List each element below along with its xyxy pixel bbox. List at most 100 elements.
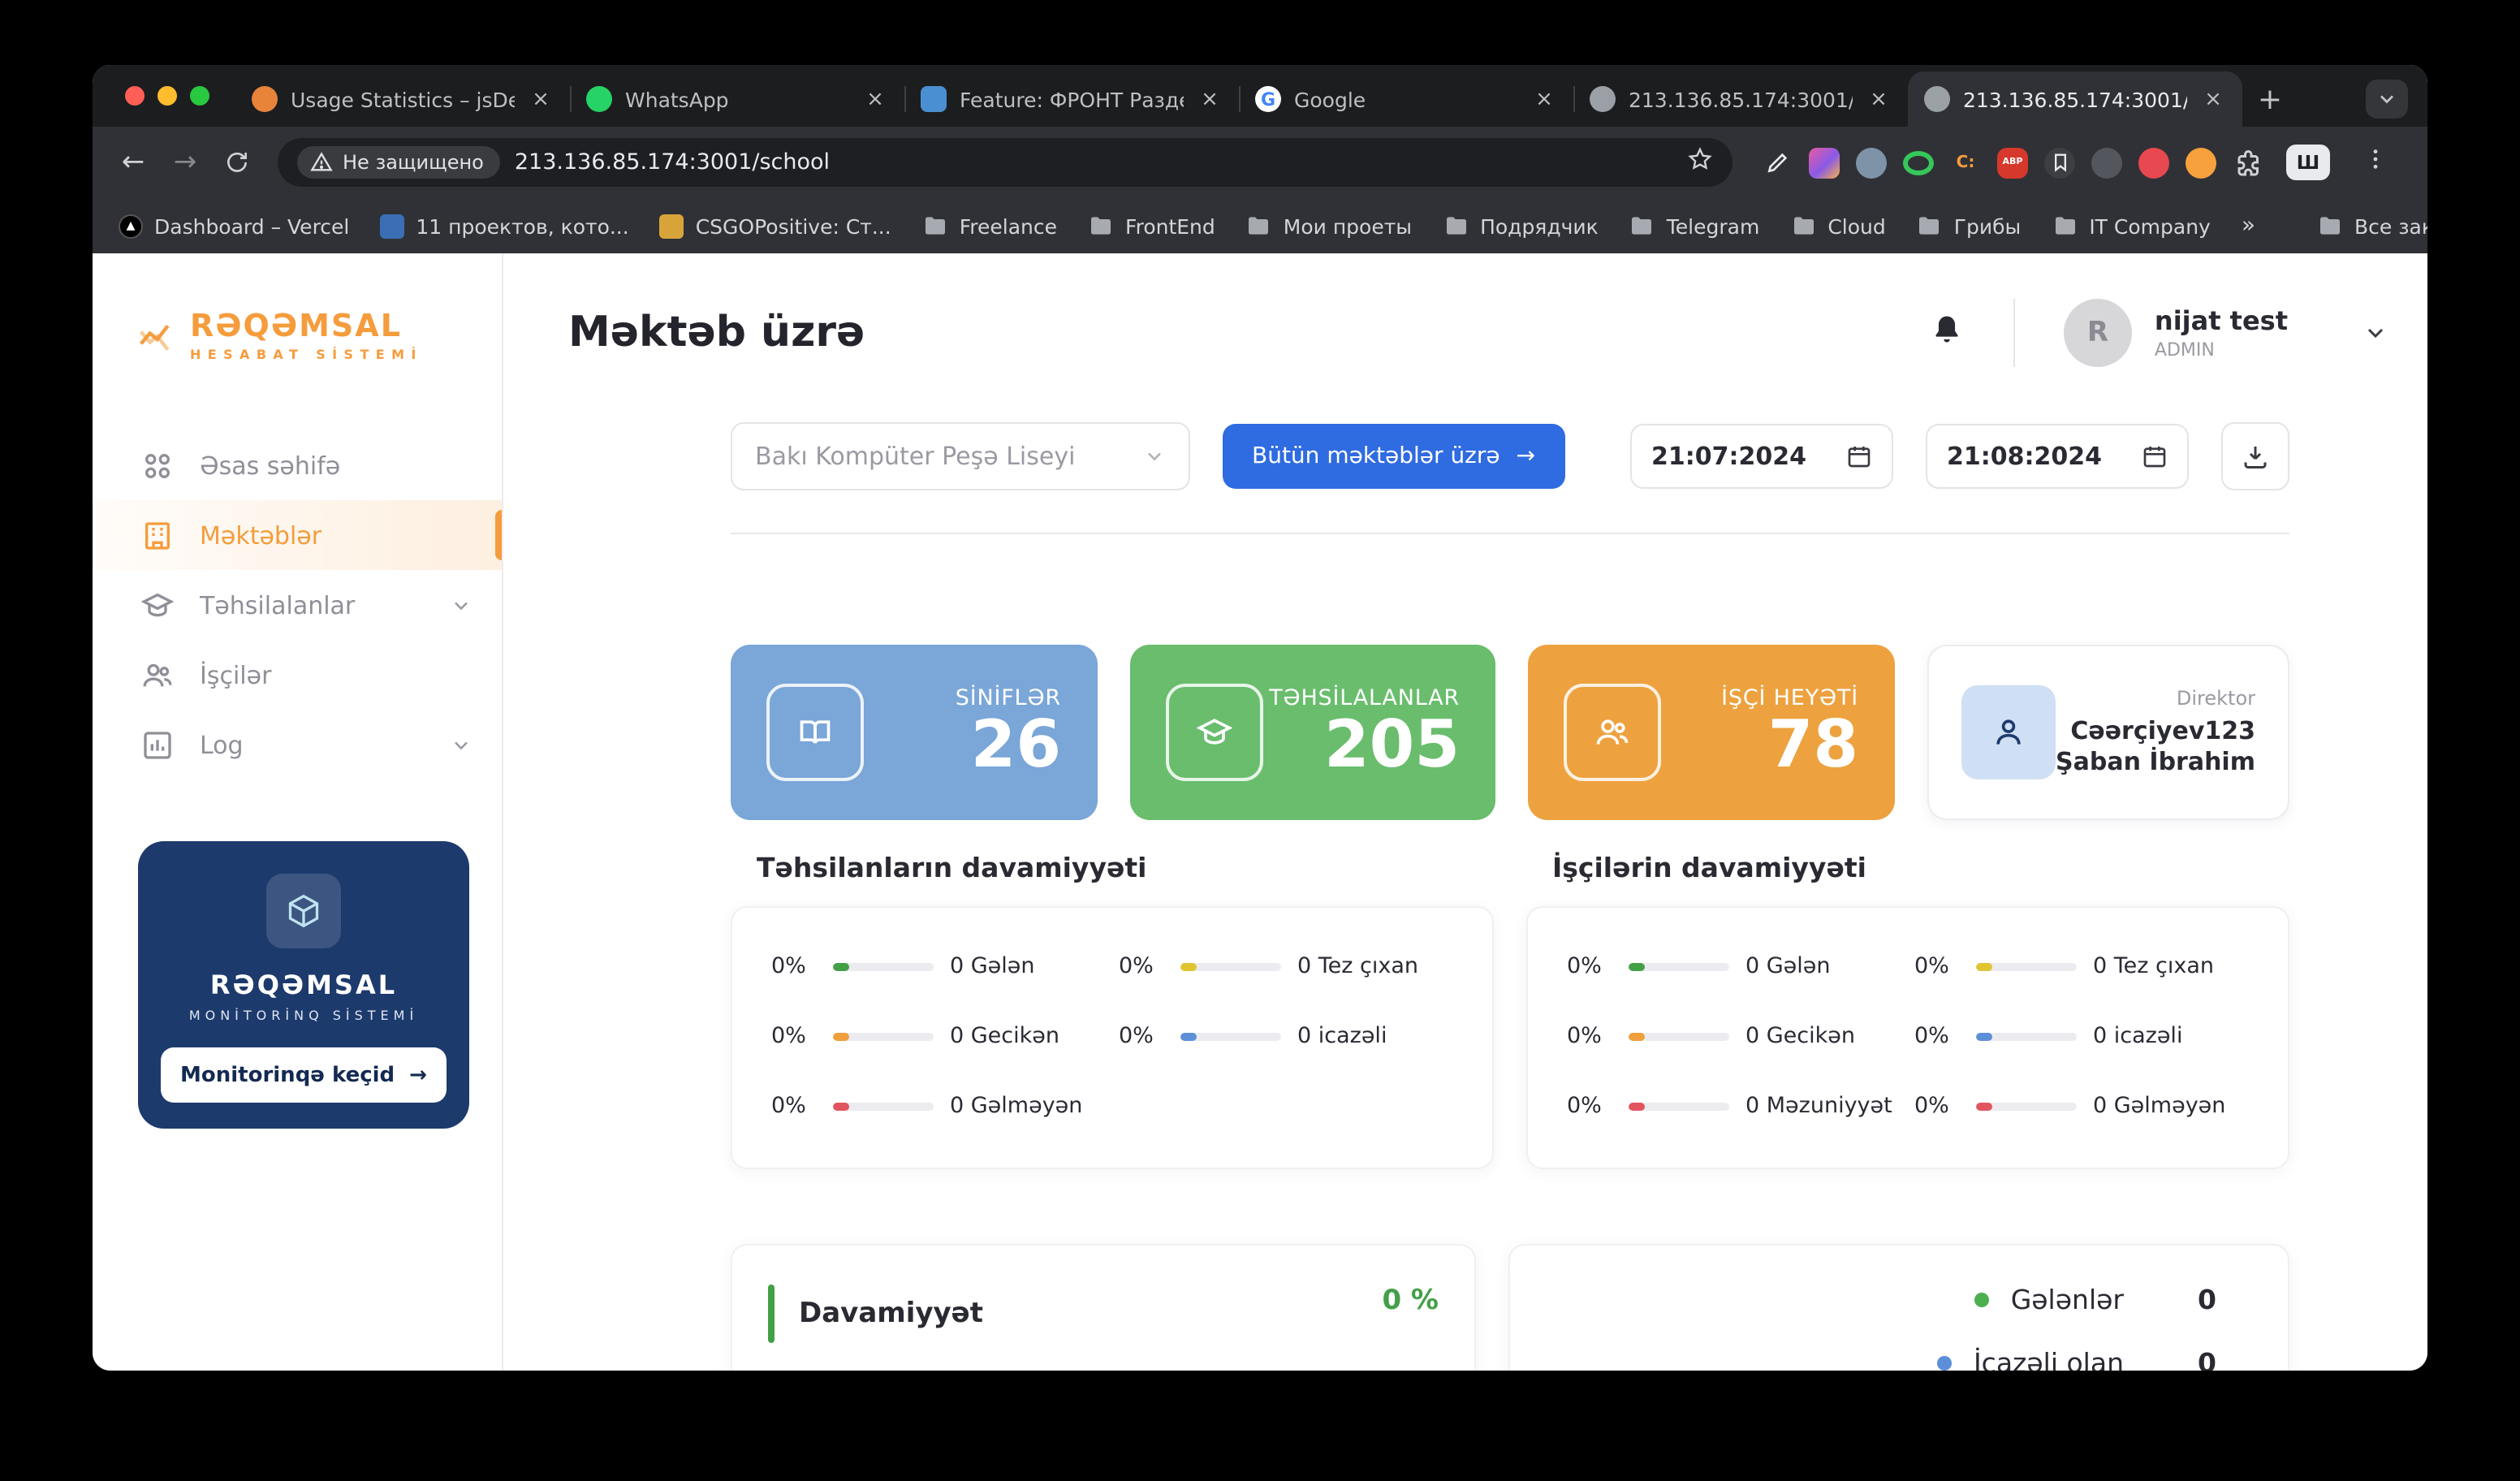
bookmark-folder-mushrooms[interactable]: Грибы <box>1917 213 2021 239</box>
folder-icon <box>2055 217 2075 235</box>
palette-extension-icon[interactable] <box>1809 147 1840 178</box>
workers-attendance-panel: İşçilərin davamiyyəti 0% 0 Gələn 0% 0 Te… <box>1526 853 2289 1169</box>
download-icon <box>2244 447 2267 468</box>
bookmark-folder-my-projects[interactable]: Мои проеты <box>1246 213 1412 239</box>
new-tab-button[interactable]: + <box>2246 75 2294 123</box>
tab-close-icon[interactable]: × <box>1866 86 1892 112</box>
attendance-summary-card: Davamiyyət 0 % <box>731 1244 1476 1371</box>
adguard-extension-icon[interactable] <box>1903 150 1934 175</box>
user-avatar[interactable]: R <box>2063 299 2132 367</box>
monitoring-link-button[interactable]: Monitorinqə keçid → <box>161 1047 447 1103</box>
tab-monitoring[interactable]: 213.136.85.174:3001/m × <box>1573 71 1908 127</box>
chevron-down-icon <box>2380 95 2393 104</box>
graduation-cap-icon <box>141 592 174 616</box>
attendance-row: 0% 0 icazəli <box>1914 1023 2183 1049</box>
tab-title: Usage Statistics – jsDeli <box>291 87 515 111</box>
adblock-plus-extension-icon[interactable]: ABP <box>1997 147 2028 178</box>
all-schools-button[interactable]: Bütün məktəblər üzrə → <box>1223 424 1565 489</box>
site-favicon <box>659 214 684 238</box>
bookmark-folder-it-company[interactable]: IT Company <box>2052 213 2211 239</box>
security-chip[interactable]: Не защищено <box>297 146 500 179</box>
download-button[interactable] <box>2221 422 2289 490</box>
google-favicon: G <box>1255 86 1281 112</box>
stat-cards-row: SİNİFLƏR 26 TƏHSİLALANLAR 205 İŞÇİ HEYƏT… <box>731 645 2289 820</box>
sidebar-item-schools[interactable]: Məktəblər <box>93 500 502 570</box>
bookmark-folder-frontend[interactable]: FrontEnd <box>1088 213 1215 239</box>
date-to-input[interactable]: 21:08:2024 <box>1926 424 2189 489</box>
forward-button[interactable]: → <box>161 138 209 187</box>
tab-strip: Usage Statistics – jsDeli × WhatsApp × F… <box>93 65 2427 127</box>
desktop: Usage Statistics – jsDeli × WhatsApp × F… <box>0 0 2520 1481</box>
panel-card: 0% 0 Gələn 0% 0 Tez çıxan 0% 0 Gecikən 0… <box>1526 906 2289 1169</box>
bookmark-label: Freelance <box>959 214 1058 238</box>
students-attendance-panel: Təhsilanların davamiyyəti 0% 0 Gələn 0% <box>731 853 1494 1169</box>
progress-bar <box>1976 1102 2077 1110</box>
tab-search-button[interactable] <box>2366 80 2408 119</box>
users-icon <box>1564 684 1661 781</box>
close-window-button[interactable] <box>125 86 145 106</box>
building-icon <box>145 521 170 549</box>
flake-extension-icon[interactable] <box>1856 147 1887 178</box>
url-text[interactable]: 213.136.85.174:3001/school <box>515 149 1672 175</box>
sidebar-item-workers[interactable]: İşçilər <box>93 640 502 710</box>
tab-close-icon[interactable]: × <box>2200 86 2226 112</box>
bookmark-star-icon[interactable] <box>1687 146 1713 179</box>
bookmarks-overflow-icon[interactable]: » <box>2242 213 2255 239</box>
notifications-bell-icon[interactable] <box>1929 312 1965 354</box>
user-info[interactable]: nijat test ADMIN <box>2155 305 2288 361</box>
tab-feature[interactable]: Feature: ФРОНТ Разде × <box>904 71 1239 127</box>
sidebar-item-students[interactable]: Təhsilalanlar <box>93 570 502 640</box>
tab-google[interactable]: G Google × <box>1239 71 1573 127</box>
bookmark-folder-freelance[interactable]: Freelance <box>922 213 1057 239</box>
reload-button[interactable] <box>213 138 261 187</box>
back-button[interactable]: ← <box>109 138 158 187</box>
bookmark-label: FrontEnd <box>1125 214 1215 238</box>
browser-menu-icon[interactable] <box>2353 146 2398 179</box>
school-select[interactable]: Bakı Kompüter Peşə Liseyi <box>731 422 1190 490</box>
date-from-input[interactable]: 21:07:2024 <box>1630 424 1893 489</box>
bookmark-projects[interactable]: 11 проектов, кото... <box>380 214 629 238</box>
bookmark-folder-telegram[interactable]: Telegram <box>1629 213 1759 239</box>
folder-icon <box>1793 217 1814 235</box>
tab-close-icon[interactable]: × <box>528 86 554 112</box>
lightshot-extension-icon[interactable] <box>2138 147 2169 178</box>
tab-close-icon[interactable]: × <box>1197 86 1223 112</box>
all-bookmarks-button[interactable]: Все закладки <box>2317 213 2427 239</box>
tab-whatsapp[interactable]: WhatsApp × <box>570 71 904 127</box>
tab-school-active[interactable]: 213.136.85.174:3001/sc × <box>1908 71 2242 127</box>
chevron-down-icon <box>1148 452 1161 461</box>
bookmark-folder-contractor[interactable]: Подрядчик <box>1443 213 1599 239</box>
zoom-window-button[interactable] <box>190 86 209 106</box>
bookmark-csgopositive[interactable]: CSGOPositive: Ст... <box>659 214 891 238</box>
cube-icon <box>266 874 341 948</box>
globe-extension-icon[interactable] <box>2091 147 2122 178</box>
classes-stat-card: SİNİFLƏR 26 <box>731 645 1097 820</box>
tab-close-icon[interactable]: × <box>862 86 888 112</box>
minimize-window-button[interactable] <box>158 86 177 106</box>
folder-icon <box>1249 217 1269 235</box>
colorzilla-extension-icon[interactable]: C: <box>1950 147 1981 178</box>
bookmark-folder-cloud[interactable]: Cloud <box>1790 213 1886 239</box>
extensions-puzzle-icon[interactable] <box>2233 147 2263 178</box>
sidebar-item-home[interactable]: Əsas səhifə <box>93 430 502 500</box>
pen-extension-icon[interactable] <box>1762 147 1793 178</box>
tab-close-icon[interactable]: × <box>1531 86 1557 112</box>
tab-usage-statistics[interactable]: Usage Statistics – jsDeli × <box>235 71 570 127</box>
address-bar[interactable]: Не защищено 213.136.85.174:3001/school <box>278 138 1732 187</box>
attendance-row: 0% 0 Gəlməyən <box>1914 1093 2226 1119</box>
globe-favicon <box>1924 86 1950 112</box>
bookmarks-bar: ▲ Dashboard – Vercel 11 проектов, кото..… <box>93 198 2427 253</box>
attendance-row: 0% 0 Gəlməyən <box>771 1093 1083 1119</box>
staff-stat-card: İŞÇİ HEYƏTİ 78 <box>1528 645 1894 820</box>
profile-avatar[interactable]: Ш <box>2286 145 2330 180</box>
bookmark-dashboard-vercel[interactable]: ▲ Dashboard – Vercel <box>119 214 349 238</box>
legend-dot <box>1937 1356 1953 1371</box>
bookmark-extension-icon[interactable] <box>2044 147 2075 178</box>
stat-value: 205 <box>1324 708 1460 783</box>
whatsapp-favicon <box>586 86 612 112</box>
header-divider <box>2013 299 2015 367</box>
sidebar-item-label: Məktəblər <box>200 520 322 550</box>
director-card: Direktor Cəərçiyev123 Şaban İbrahim <box>1927 645 2289 820</box>
sidebar-item-log[interactable]: Log <box>93 710 502 779</box>
moon-extension-icon[interactable] <box>2186 147 2216 178</box>
